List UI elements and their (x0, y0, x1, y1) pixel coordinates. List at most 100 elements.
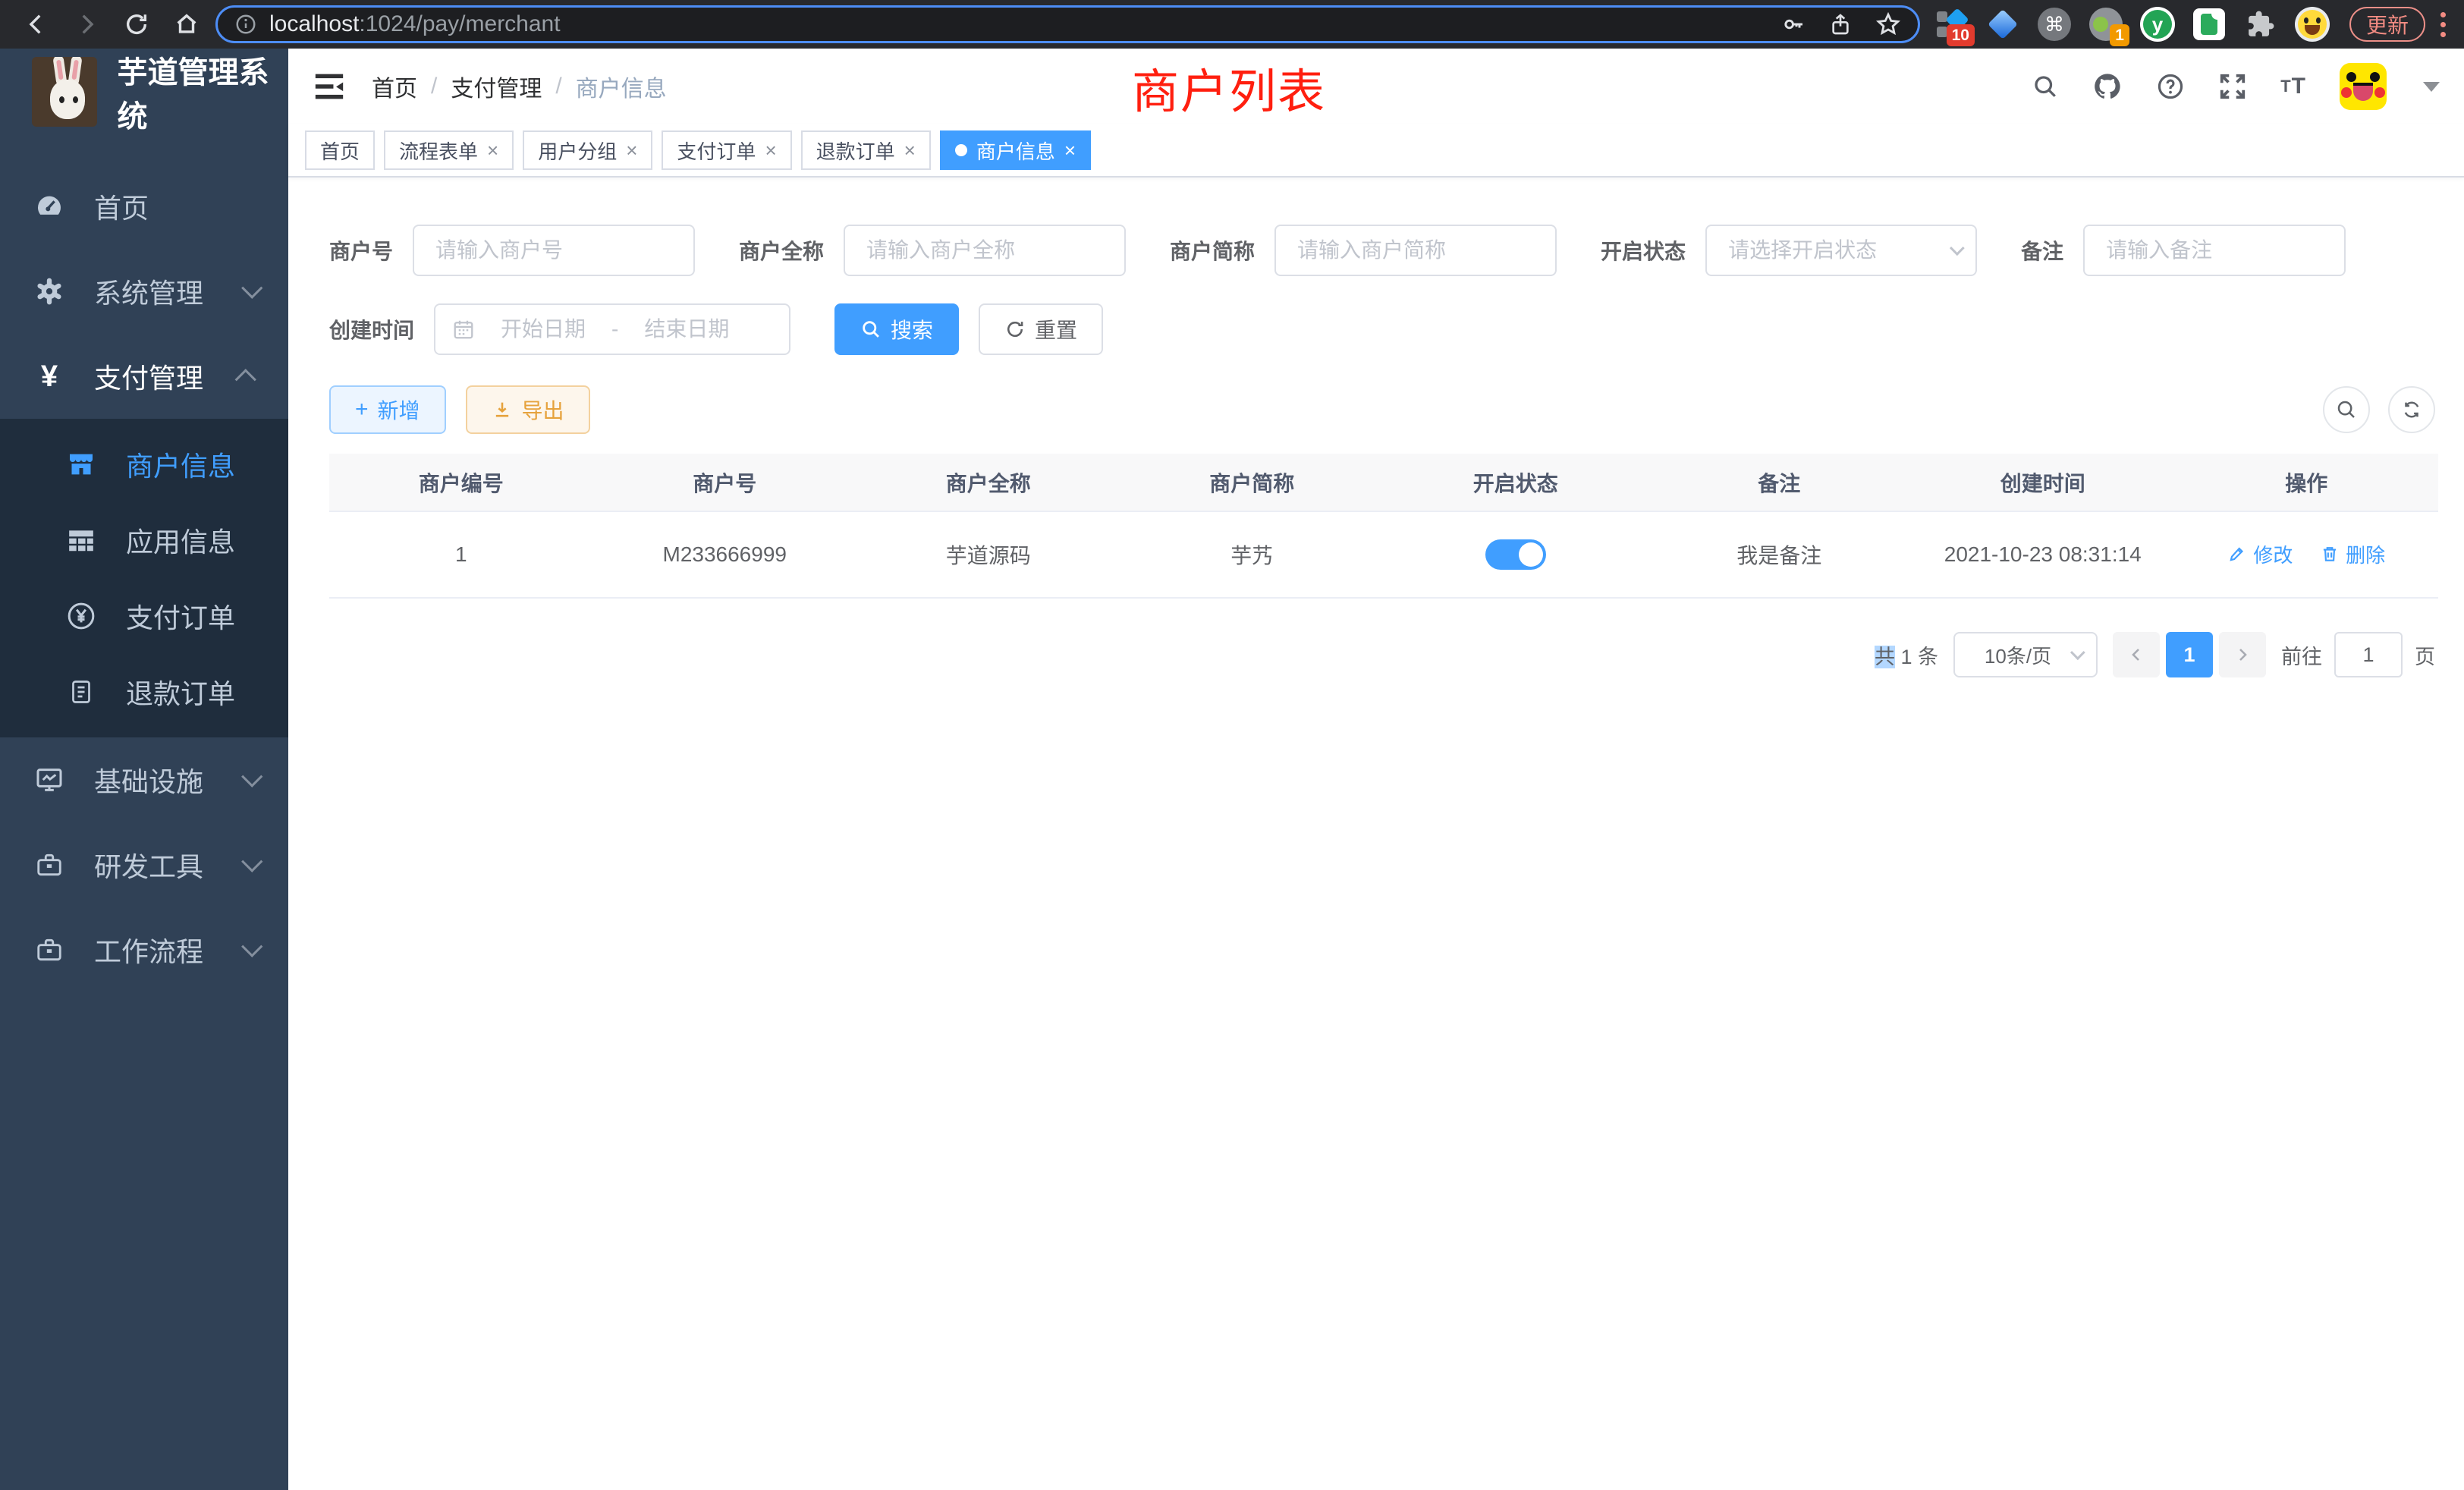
sidebar-item-infra[interactable]: 基础设施 (0, 737, 288, 822)
export-button[interactable]: 导出 (466, 385, 590, 434)
tab-refund-order[interactable]: 退款订单× (801, 130, 931, 170)
filter-label: 备注 (2021, 235, 2063, 266)
chrome-update-button[interactable]: 更新 (2349, 7, 2425, 42)
top-navbar: 首页 / 支付管理 / 商户信息 TT (288, 49, 2464, 124)
toggle-search-button[interactable] (2323, 386, 2370, 433)
full-name-input[interactable] (844, 225, 1126, 276)
extension-camera-icon[interactable]: 1 (2088, 7, 2123, 42)
browser-reload-button[interactable] (115, 3, 158, 46)
fullscreen-icon[interactable] (2218, 72, 2247, 101)
goto-page: 前往 页 (2281, 632, 2435, 677)
sidebar-item-dev-tools[interactable]: 研发工具 (0, 822, 288, 907)
prev-page-button[interactable] (2113, 632, 2160, 677)
delete-button[interactable]: 删除 (2320, 540, 2385, 568)
breadcrumb-home[interactable]: 首页 (372, 70, 417, 103)
github-icon[interactable] (2092, 71, 2123, 102)
plus-icon: + (355, 398, 369, 421)
site-info-icon[interactable] (234, 13, 257, 36)
end-date-input[interactable] (626, 317, 747, 341)
total-count: 共 1 条 (1875, 640, 1938, 670)
download-icon (492, 399, 513, 420)
sidebar-item-app-info[interactable]: 应用信息 (0, 502, 288, 578)
address-bar[interactable]: localhost:1024/pay/merchant (215, 5, 1920, 43)
sidebar-item-home[interactable]: 首页 (0, 164, 288, 249)
browser-menu-icon[interactable] (2440, 12, 2446, 37)
filter-label: 商户简称 (1170, 235, 1255, 266)
logo[interactable]: 芋道管理系统 (0, 49, 288, 135)
page-number-1[interactable]: 1 (2166, 632, 2213, 677)
extension-gem-icon[interactable] (1985, 7, 2020, 42)
tab-process-form[interactable]: 流程表单× (384, 130, 514, 170)
breadcrumb-pay[interactable]: 支付管理 (451, 70, 542, 103)
browser-forward-button[interactable] (65, 3, 108, 46)
status-toggle[interactable] (1485, 539, 1546, 570)
extension-command-icon[interactable]: ⌘ (2037, 7, 2072, 42)
refresh-icon (2400, 398, 2423, 421)
search-button[interactable]: 搜索 (834, 303, 959, 355)
profile-emoji-avatar[interactable] (2295, 7, 2330, 42)
header-search-icon[interactable] (2032, 73, 2059, 100)
cell-remark: 我是备注 (1648, 511, 1912, 598)
close-icon[interactable]: × (487, 139, 498, 162)
user-avatar[interactable] (2340, 63, 2387, 110)
tab-merchant-info[interactable]: 商户信息× (940, 130, 1091, 170)
sidebar-item-pay-order[interactable]: 支付订单 (0, 578, 288, 654)
goto-page-input[interactable] (2334, 632, 2403, 677)
cell-full-name: 芋道源码 (856, 511, 1120, 598)
toolbox-icon (32, 935, 67, 964)
breadcrumb: 首页 / 支付管理 / 商户信息 (372, 70, 667, 103)
sidebar-fold-icon[interactable] (313, 71, 346, 102)
date-range-picker[interactable]: - (434, 303, 790, 355)
tab-pay-order[interactable]: 支付订单× (662, 130, 791, 170)
sidebar-item-system[interactable]: 系统管理 (0, 249, 288, 334)
merchant-no-input[interactable] (413, 225, 695, 276)
sidebar-item-workflow[interactable]: 工作流程 (0, 907, 288, 992)
next-page-button[interactable] (2219, 632, 2266, 677)
browser-back-button[interactable] (15, 3, 58, 46)
status-select[interactable] (1705, 225, 1977, 276)
active-dot (955, 144, 967, 156)
close-icon[interactable]: × (904, 139, 916, 162)
extension-badge: 10 (1947, 24, 1975, 46)
add-button[interactable]: + 新增 (329, 385, 446, 434)
dashboard-icon (32, 191, 67, 222)
chevron-down-icon (241, 766, 262, 787)
remark-input[interactable] (2083, 225, 2346, 276)
extensions-area: 10 ⌘ 1 y (1928, 7, 2336, 42)
short-name-input[interactable] (1274, 225, 1557, 276)
extension-doc-icon[interactable] (2192, 7, 2227, 42)
sidebar-item-refund-order[interactable]: 退款订单 (0, 654, 288, 730)
avatar-dropdown-caret-icon[interactable] (2423, 82, 2440, 92)
yen-icon: ¥ (32, 360, 67, 394)
chevron-down-icon (241, 278, 262, 299)
share-icon[interactable] (1828, 12, 1853, 36)
tab-user-group[interactable]: 用户分组× (523, 130, 652, 170)
sidebar-item-merchant-info[interactable]: 商户信息 (0, 426, 288, 502)
help-icon[interactable] (2156, 72, 2185, 101)
extensions-puzzle-icon[interactable] (2243, 7, 2278, 42)
pay-submenu: 商户信息 应用信息 支付订单 (0, 419, 288, 737)
font-size-icon[interactable]: TT (2280, 74, 2306, 99)
close-icon[interactable]: × (765, 139, 776, 162)
toolbox-icon (32, 850, 67, 879)
close-icon[interactable]: × (626, 139, 637, 162)
cell-short-name: 芋艿 (1120, 511, 1384, 598)
start-date-input[interactable] (482, 317, 604, 341)
pencil-icon (2227, 544, 2247, 564)
refresh-icon (1004, 319, 1026, 340)
refresh-table-button[interactable] (2388, 386, 2435, 433)
sidebar-item-pay[interactable]: ¥ 支付管理 (0, 334, 288, 419)
bookmark-star-icon[interactable] (1875, 11, 1901, 37)
page-size-select[interactable] (1953, 632, 2098, 677)
browser-home-button[interactable] (165, 3, 208, 46)
extension-y-icon[interactable]: y (2140, 7, 2175, 42)
reset-button[interactable]: 重置 (979, 303, 1103, 355)
close-icon[interactable]: × (1064, 139, 1076, 162)
yen-circle-icon (64, 601, 99, 631)
password-key-icon[interactable] (1781, 12, 1806, 36)
extension-grid-icon[interactable]: 10 (1934, 7, 1969, 42)
gear-icon (32, 277, 67, 306)
tab-home[interactable]: 首页 (305, 130, 375, 170)
calendar-icon (452, 318, 475, 341)
edit-button[interactable]: 修改 (2227, 540, 2293, 568)
